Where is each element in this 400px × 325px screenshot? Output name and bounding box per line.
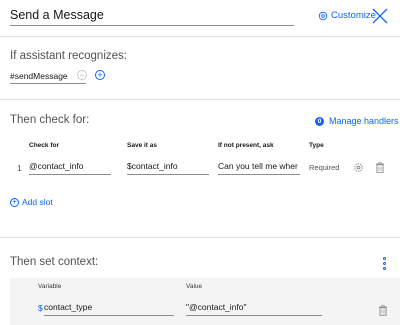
trash-icon[interactable]: [378, 305, 388, 316]
column-header-save-as: Save it as: [127, 142, 157, 149]
manage-handlers-label: Manage handlers: [329, 116, 399, 126]
column-header-check-for: Check for: [29, 142, 59, 149]
customize-button[interactable]: Customize: [318, 10, 376, 21]
column-header-variable: Variable: [38, 283, 62, 290]
check-for-input[interactable]: [29, 158, 111, 175]
remove-condition-button[interactable]: −: [77, 70, 87, 80]
context-title: Then set context:: [10, 256, 99, 268]
trash-icon[interactable]: [375, 162, 385, 173]
slot-index: 1: [17, 163, 22, 173]
manage-handlers-link[interactable]: 0 Manage handlers: [315, 116, 399, 126]
prompt-input[interactable]: [218, 158, 300, 175]
divider: [0, 36, 400, 37]
close-icon[interactable]: [370, 6, 390, 26]
variable-prefix: $: [38, 303, 43, 313]
intent-condition-input[interactable]: [10, 68, 86, 84]
plus-icon: +: [97, 69, 103, 80]
overflow-menu-icon[interactable]: [381, 256, 387, 272]
conditions-title: If assistant recognizes:: [10, 50, 127, 62]
add-slot-button[interactable]: + Add slot: [10, 197, 53, 207]
divider: [0, 237, 400, 238]
save-as-input[interactable]: [127, 158, 209, 175]
context-variable-input[interactable]: [44, 299, 174, 316]
slot-type-label: Required: [309, 163, 340, 172]
plus-icon: +: [10, 197, 19, 207]
gear-icon[interactable]: [353, 162, 364, 173]
add-slot-label: Add slot: [22, 197, 53, 207]
add-condition-button[interactable]: +: [95, 70, 105, 80]
node-name-input[interactable]: [10, 4, 294, 26]
column-header-value: Value: [186, 283, 203, 290]
column-header-if-not-present: If not present, ask: [218, 142, 274, 149]
divider: [0, 99, 400, 100]
column-header-type: Type: [309, 142, 324, 149]
context-value-input[interactable]: [186, 299, 322, 316]
handler-count-badge: 0: [315, 116, 324, 126]
slots-title: Then check for:: [10, 114, 90, 126]
minus-icon: −: [79, 69, 85, 80]
gear-icon: [318, 11, 328, 20]
node-editor-panel: Customize If assistant recognizes: − + T…: [0, 0, 400, 325]
